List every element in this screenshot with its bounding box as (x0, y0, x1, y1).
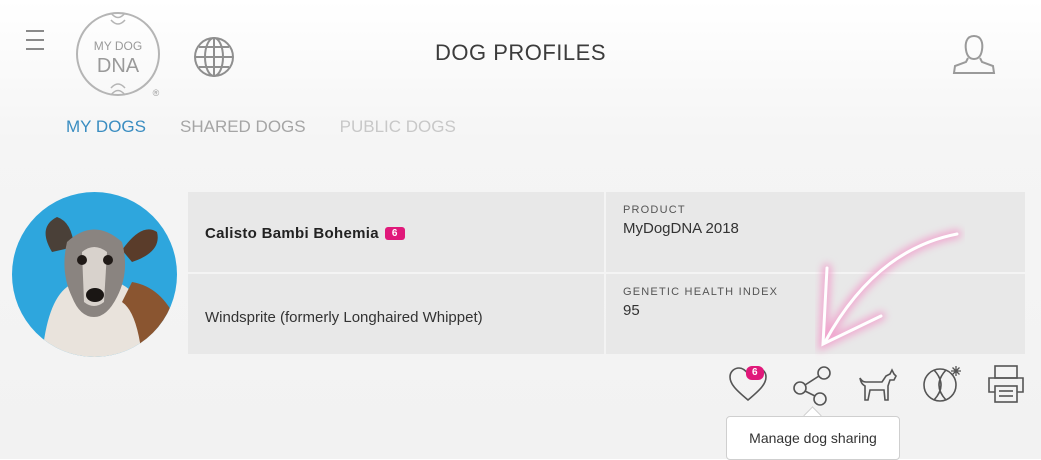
dog-name-cell[interactable]: Calisto Bambi Bohemia 6 (188, 192, 604, 272)
logo-registered-mark: ® (153, 88, 160, 98)
user-profile-icon[interactable] (950, 32, 998, 76)
dog-tabs: MY DOGS SHARED DOGS PUBLIC DOGS (66, 117, 456, 137)
share-icon[interactable] (790, 362, 834, 406)
dog-breed: Windsprite (formerly Longhaired Whippet) (205, 309, 483, 326)
dog-photo[interactable] (12, 192, 177, 357)
genetic-health-index-value: 95 (623, 302, 640, 319)
genetic-health-index-label: GENETIC HEALTH INDEX (623, 286, 779, 298)
product-value: MyDogDNA 2018 (623, 220, 739, 237)
page-title: DOG PROFILES (434, 40, 607, 65)
printer-icon[interactable] (984, 362, 1028, 406)
dog-name-badge: 6 (384, 227, 405, 240)
dog-icon[interactable] (856, 362, 900, 406)
tab-shared-dogs[interactable]: SHARED DOGS (180, 117, 306, 137)
dna-icon[interactable] (920, 362, 964, 406)
annotation-arrow (815, 220, 965, 360)
heart-badge: 6 (746, 366, 764, 380)
tab-my-dogs[interactable]: MY DOGS (66, 117, 146, 137)
product-label: PRODUCT (623, 204, 686, 216)
breed-cell: Windsprite (formerly Longhaired Whippet) (188, 274, 604, 354)
share-tooltip: Manage dog sharing (726, 416, 900, 460)
tab-public-dogs[interactable]: PUBLIC DOGS (340, 117, 456, 137)
dog-name[interactable]: Calisto Bambi Bohemia (205, 225, 379, 242)
